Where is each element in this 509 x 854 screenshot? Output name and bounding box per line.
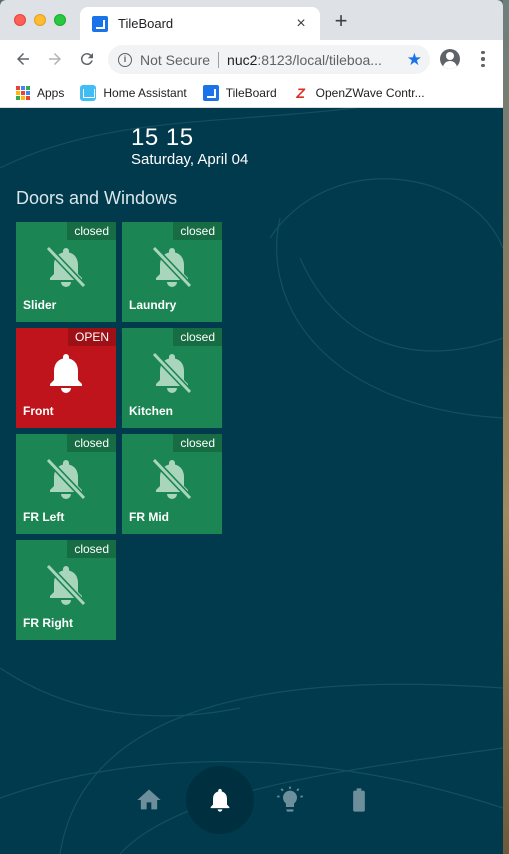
tile-state-badge: closed <box>173 328 222 346</box>
bookmark-tileboard[interactable]: TileBoard <box>202 84 277 101</box>
tile-state-badge: closed <box>173 222 222 240</box>
tile-kitchen[interactable]: closed Kitchen <box>122 328 222 428</box>
home-icon <box>137 789 161 810</box>
security-label: Not Secure <box>140 51 211 68</box>
tile-label: FR Mid <box>129 510 169 524</box>
minimize-window-button[interactable] <box>34 14 46 26</box>
tile-label: Kitchen <box>129 404 174 418</box>
url-host: nuc2 <box>227 51 258 68</box>
bookmark-label: OpenZWave Contr... <box>315 85 425 100</box>
tile-fr-left[interactable]: closed FR Left <box>16 434 116 534</box>
tile-label: Front <box>23 404 54 418</box>
bell-icon <box>50 354 82 393</box>
omnibox-divider <box>218 51 220 68</box>
tab-title: TileBoard <box>118 16 174 31</box>
tile-state-badge: closed <box>67 222 116 240</box>
apps-grid-icon <box>16 85 30 100</box>
bookmark-label: Home Assistant <box>103 85 187 100</box>
bookmark-star-icon[interactable]: ★ <box>407 50 422 70</box>
bookmark-home-assistant[interactable]: Home Assistant <box>80 84 187 101</box>
tile-label: FR Right <box>23 616 73 630</box>
browser-window: TileBoard × + i Not Secure nuc2 :8123/lo… <box>0 0 503 854</box>
close-window-button[interactable] <box>14 14 26 26</box>
bookmark-label: TileBoard <box>225 85 277 100</box>
browser-tab[interactable]: TileBoard × <box>80 7 320 40</box>
bell-off-icon <box>151 351 193 395</box>
bell-off-icon <box>151 457 193 501</box>
reload-button[interactable] <box>72 44 102 74</box>
clock-time: 15 15 <box>131 124 194 151</box>
browser-menu-icon[interactable] <box>475 48 491 70</box>
bell-off-icon <box>45 563 87 607</box>
arrow-right-icon <box>49 53 61 65</box>
profile-avatar-icon[interactable] <box>440 49 460 69</box>
group-title: Doors and Windows <box>16 188 178 208</box>
bookmarks-bar: Apps Home Assistant TileBoard Z OpenZWav… <box>0 78 503 108</box>
tile-front[interactable]: OPEN Front <box>16 328 116 428</box>
tileboard-favicon-icon <box>92 15 108 32</box>
bookmark-label: Apps <box>37 85 65 100</box>
bottom-navigation <box>0 766 503 846</box>
tab-strip: TileBoard × + <box>0 0 503 40</box>
openzwave-icon: Z <box>296 84 305 101</box>
url-path: :8123/local/tileboa... <box>257 51 382 68</box>
desktop-wallpaper <box>503 0 509 854</box>
tile-fr-right[interactable]: closed FR Right <box>16 540 116 640</box>
browser-toolbar: i Not Secure nuc2 :8123/local/tileboa...… <box>0 40 503 78</box>
tile-state-badge: OPEN <box>67 328 116 346</box>
bell-icon <box>210 788 230 812</box>
bell-off-icon <box>151 245 193 289</box>
tile-fr-mid[interactable]: closed FR Mid <box>122 434 222 534</box>
tile-label: Slider <box>23 298 57 312</box>
tile-label: Laundry <box>129 298 177 312</box>
nav-lights[interactable] <box>256 766 324 834</box>
arrow-left-icon <box>17 53 29 65</box>
tile-label: FR Left <box>23 510 65 524</box>
info-icon[interactable]: i <box>118 52 132 67</box>
tile-slider[interactable]: closed Slider <box>16 222 116 322</box>
tile-laundry[interactable]: closed Laundry <box>122 222 222 322</box>
nav-alarms[interactable] <box>186 766 254 834</box>
nav-home[interactable] <box>115 766 183 834</box>
tile-state-badge: closed <box>173 434 222 452</box>
zoom-window-button[interactable] <box>54 14 66 26</box>
bookmark-openzwave[interactable]: Z OpenZWave Contr... <box>293 84 425 101</box>
tileboard-icon <box>202 84 219 101</box>
nav-battery[interactable] <box>325 766 393 834</box>
bell-off-icon <box>45 245 87 289</box>
tile-state-badge: closed <box>67 540 116 558</box>
battery-icon <box>353 788 365 812</box>
bell-off-icon <box>45 457 87 501</box>
back-button[interactable] <box>8 44 38 74</box>
tileboard-page: 15 15 Saturday, April 04 Doors and Windo… <box>0 108 503 854</box>
address-bar[interactable]: i Not Secure nuc2 :8123/local/tileboa...… <box>108 45 430 74</box>
forward-button[interactable] <box>40 44 70 74</box>
reload-icon <box>80 53 93 66</box>
clock-date: Saturday, April 04 <box>131 151 249 168</box>
tab-close-icon[interactable]: × <box>292 15 310 33</box>
lightbulb-icon <box>277 786 303 812</box>
home-assistant-icon <box>80 84 97 101</box>
new-tab-button[interactable]: + <box>330 10 352 32</box>
tile-state-badge: closed <box>67 434 116 452</box>
bookmark-apps[interactable]: Apps <box>16 85 65 100</box>
